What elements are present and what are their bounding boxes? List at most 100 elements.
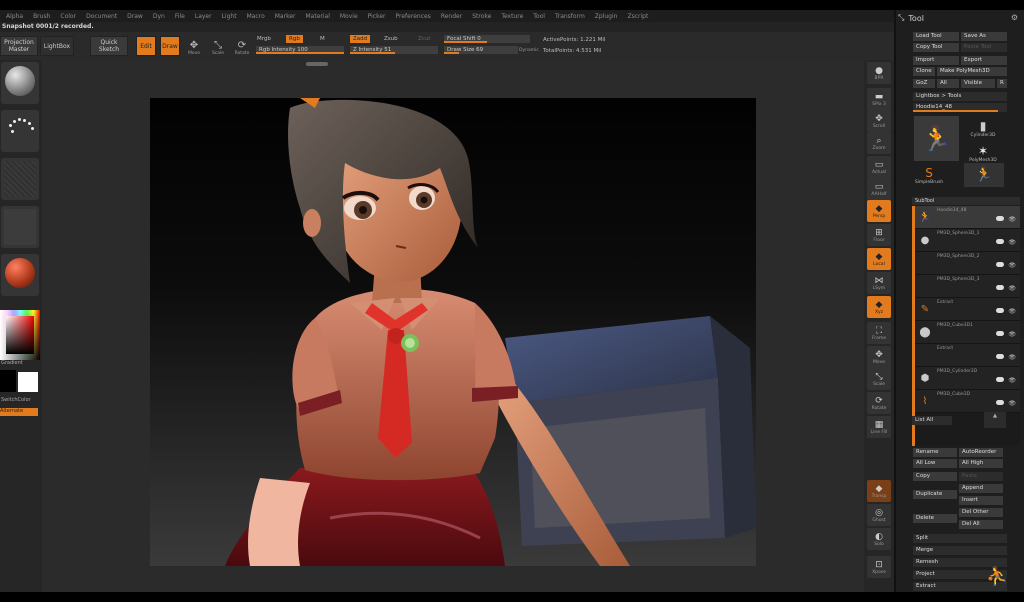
move-button[interactable]: ✥ Move [183, 36, 205, 57]
floor-button[interactable]: ⊞ Floor [867, 224, 891, 246]
z-intensity-slider[interactable]: Z Intensity 51 [350, 46, 438, 54]
menu-item[interactable]: Macro [247, 13, 265, 20]
gradient-label[interactable]: Gradient [1, 360, 23, 366]
m-toggle[interactable]: M [320, 36, 325, 42]
subtool-row[interactable]: 🏃 Hoodie14_48 👁 [915, 206, 1020, 229]
cylinder3d-tool[interactable]: ▮ Cylinder3D [971, 116, 996, 140]
subtool-row[interactable]: ✎ Extract 👁 [915, 298, 1020, 321]
all-button[interactable]: All [937, 79, 959, 88]
eye-icon[interactable]: 👁 [1008, 308, 1016, 315]
move-button[interactable]: ✥ Move [867, 346, 891, 368]
canvas-scroll-handle[interactable] [306, 62, 328, 66]
secondary-color-swatch[interactable] [18, 372, 38, 392]
insert-button[interactable]: Insert [959, 496, 1003, 505]
current-tool-thumbnail[interactable]: 🏃 [914, 116, 959, 161]
subtool-visibility-toggle[interactable] [996, 216, 1005, 221]
rename-button[interactable]: Rename [913, 448, 957, 457]
eye-icon[interactable]: 👁 [1008, 400, 1016, 407]
append-button[interactable]: Append [959, 484, 1003, 493]
menu-item[interactable]: Movie [340, 13, 358, 20]
focal-shift-slider[interactable]: Focal Shift 0 [444, 35, 530, 43]
menu-item[interactable]: Transform [555, 13, 585, 20]
lightbox-tools-button[interactable]: Lightbox > Tools [913, 92, 1007, 101]
current-tool-slider[interactable]: Hoodie14_48 [913, 103, 1007, 112]
eye-icon[interactable]: 👁 [1008, 239, 1016, 246]
edit-button[interactable]: Edit [136, 36, 156, 56]
material-selector[interactable] [1, 254, 39, 296]
line-fill-button[interactable]: ▦ Line Fill [867, 416, 891, 438]
visible-button[interactable]: Visible [961, 79, 995, 88]
del-other-button[interactable]: Del Other [959, 508, 1003, 517]
copy-button[interactable]: Copy [913, 472, 957, 481]
eye-icon[interactable]: 👁 [1008, 354, 1016, 361]
export-button[interactable]: Export [961, 56, 1007, 65]
zadd-toggle[interactable]: Zadd [350, 35, 371, 43]
menu-item[interactable]: Tool [533, 13, 545, 20]
eye-icon[interactable]: 👁 [1008, 285, 1016, 292]
menu-item[interactable]: Dyn [153, 13, 165, 20]
color-picker[interactable] [0, 310, 40, 360]
copy-tool-button[interactable]: Copy Tool [913, 43, 959, 52]
paste-tool-button[interactable]: Paste Tool [961, 43, 1007, 52]
menu-item[interactable]: Material [306, 13, 330, 20]
stroke-selector[interactable] [1, 110, 39, 152]
menu-item[interactable]: Marker [275, 13, 296, 20]
goz-button[interactable]: GoZ [913, 79, 935, 88]
frame-button[interactable]: ⛶ Frame [867, 322, 891, 344]
subtool-row[interactable]: PM3D_Sphere3D_3 👁 [915, 275, 1020, 298]
lsym-button[interactable]: ⋈ LSym [867, 272, 891, 294]
eye-icon[interactable]: 👁 [1008, 216, 1016, 223]
subtool-row[interactable]: ● PM3D_Sphere3D_1 👁 [915, 229, 1020, 252]
del-all-button[interactable]: Del All [959, 520, 1003, 529]
list-all-button[interactable]: List All [912, 416, 952, 425]
r-button[interactable]: R [997, 79, 1007, 88]
menu-item[interactable]: Texture [501, 13, 523, 20]
load-tool-button[interactable]: Load Tool [913, 32, 959, 41]
eye-icon[interactable]: 👁 [1008, 377, 1016, 384]
zsub-toggle[interactable]: Zsub [384, 36, 398, 42]
subtool-visibility-toggle[interactable] [996, 331, 1005, 336]
document-canvas[interactable] [150, 98, 756, 566]
delete-button[interactable]: Delete [913, 514, 957, 523]
xyz-button[interactable]: ◆ Xyz [867, 296, 891, 318]
recent-tool-slot[interactable]: 🏃 [964, 163, 1004, 187]
subtool-visibility-toggle[interactable] [996, 285, 1005, 290]
import-button[interactable]: Import [913, 56, 959, 65]
persp-button[interactable]: ◆ Persp [867, 200, 891, 222]
alpha-selector[interactable] [1, 158, 39, 200]
scroll-button[interactable]: ✥ Scroll [867, 110, 891, 132]
subtool-visibility-toggle[interactable] [996, 354, 1005, 359]
mrgb-toggle[interactable]: Mrgb [257, 36, 271, 42]
subtool-visibility-toggle[interactable] [996, 400, 1005, 405]
menu-item[interactable]: Picker [368, 13, 386, 20]
menu-item[interactable]: Brush [33, 13, 50, 20]
auto-reorder-button[interactable]: AutoReorder [959, 448, 1003, 457]
quick-sketch-button[interactable]: Quick Sketch [90, 36, 128, 56]
menu-item[interactable]: Preferences [396, 13, 431, 20]
subtool-row[interactable]: ⬢ PM3D_Cylinder3D 👁 [915, 367, 1020, 390]
tool-panel-header[interactable]: ⤡ Tool [898, 13, 924, 23]
simplebrush-tool[interactable]: S SimpleBrush [914, 163, 944, 187]
subtool-row[interactable]: PM3D_Sphere3D_2 👁 [915, 252, 1020, 275]
solo-button[interactable]: ◐ Solo [867, 528, 891, 550]
subtool-visibility-toggle[interactable] [996, 239, 1005, 244]
subtool-row[interactable]: ⬤ PM3D_Cube3D1 👁 [915, 321, 1020, 344]
rgb-toggle[interactable]: Rgb [286, 35, 303, 43]
eye-icon[interactable]: 👁 [1008, 331, 1016, 338]
panel-settings-icon[interactable]: ⚙ [1011, 13, 1018, 22]
menu-item[interactable]: Render [441, 13, 462, 20]
subtool-visibility-toggle[interactable] [996, 308, 1005, 313]
merge-section[interactable]: Merge [913, 546, 1007, 555]
menu-item[interactable]: Color [60, 13, 76, 20]
menu-item[interactable]: Draw [127, 13, 143, 20]
switch-color-button[interactable]: SwitchColor [1, 397, 31, 403]
menu-item[interactable]: Stroke [472, 13, 491, 20]
bpr-button[interactable]: ● BPR [867, 62, 891, 84]
spix-button[interactable]: ▬ SPix 3 [867, 88, 891, 110]
arrow-up-button[interactable]: ▲ [984, 412, 1006, 428]
brush-selector[interactable] [1, 62, 39, 104]
menu-item[interactable]: Zscript [627, 13, 648, 20]
all-low-button[interactable]: All Low [913, 459, 957, 468]
lightbox-button[interactable]: LightBox [40, 36, 74, 56]
subtool-row[interactable]: Extract 👁 [915, 344, 1020, 367]
